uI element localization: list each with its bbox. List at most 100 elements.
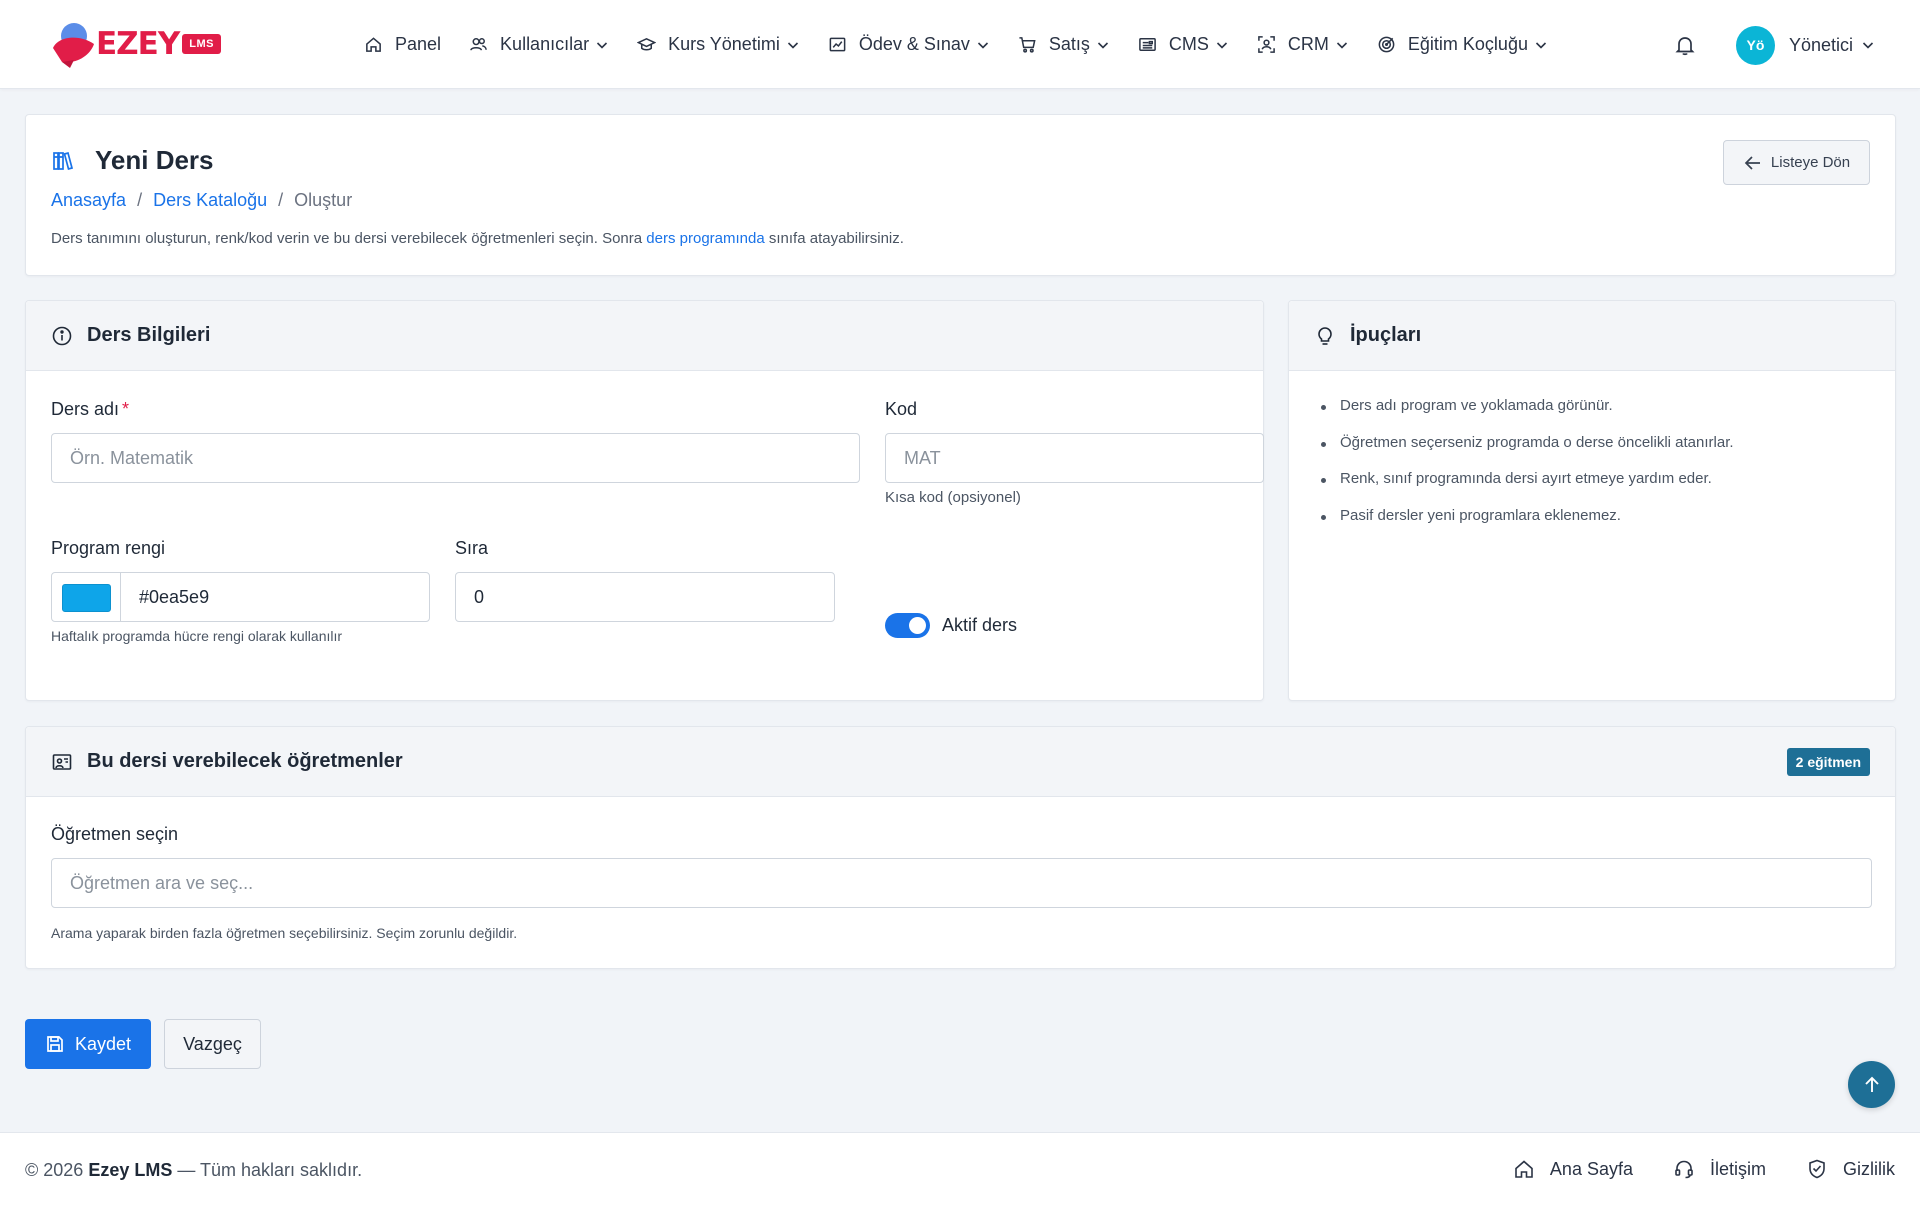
tips-list: Ders adı program ve yoklamada görünür. Ö…: [1314, 397, 1734, 543]
nav-item-crm[interactable]: CRM: [1243, 25, 1363, 65]
footer-link-home[interactable]: Ana Sayfa: [1513, 1158, 1633, 1180]
brand-logo[interactable]: EZEY LMS: [50, 18, 222, 70]
active-label[interactable]: Aktif ders: [942, 615, 1017, 636]
headset-icon: [1675, 1160, 1693, 1179]
color-divider: [120, 573, 121, 621]
page-description: Ders tanımını oluşturun, renk/kod verin …: [51, 230, 904, 247]
page-title-row: Yeni Ders: [51, 145, 214, 176]
avatar: Yö: [1736, 25, 1775, 65]
page-header-card: Yeni Ders Anasayfa / Ders Kataloğu / Olu…: [25, 114, 1896, 276]
target-icon: [1378, 36, 1395, 53]
color-label: Program rengi: [51, 538, 166, 558]
color-picker-field[interactable]: #0ea5e9: [51, 572, 430, 622]
breadcrumb-catalog-link[interactable]: Ders Kataloğu: [153, 190, 267, 211]
page-description-text: sınıfa atayabilirsiniz.: [764, 230, 904, 247]
list-item: Renk, sınıf programında dersi ayırt etme…: [1314, 470, 1734, 507]
cancel-button[interactable]: Vazgeç: [164, 1019, 261, 1069]
nav-item-label: Kurs Yönetimi: [668, 34, 780, 54]
chevron-down-icon: [1535, 41, 1547, 49]
teacher-select-label: Öğretmen seçin: [51, 824, 179, 844]
shield-check-icon: [1809, 1159, 1825, 1179]
color-hex-value[interactable]: #0ea5e9: [139, 573, 209, 621]
tip-text: Renk, sınıf programında dersi ayırt etme…: [1340, 470, 1712, 487]
list-item: Öğretmen seçerseniz programda o derse ön…: [1314, 434, 1734, 471]
bullet: [1321, 441, 1326, 447]
teacher-search-input[interactable]: Öğretmen ara ve seç...: [51, 858, 1872, 908]
back-to-list-button[interactable]: Listeye Dön: [1723, 140, 1870, 185]
nav-item-course-management[interactable]: Kurs Yönetimi: [623, 25, 814, 65]
bell-icon[interactable]: [1673, 33, 1697, 57]
schedule-link[interactable]: ders programında: [646, 230, 764, 247]
tips-card: İpuçları Ders adı program ve yoklamada g…: [1288, 300, 1896, 701]
breadcrumb-home-link[interactable]: Anasayfa: [51, 190, 126, 211]
users-icon: [470, 38, 487, 51]
user-menu[interactable]: Yö Yönetici: [1736, 25, 1875, 65]
scroll-to-top-button[interactable]: [1848, 1061, 1895, 1108]
top-navbar: EZEY LMS Panel Kullanıcılar Kurs Yönetim…: [0, 0, 1920, 89]
nav-item-sales[interactable]: Satış: [1004, 25, 1124, 65]
footer-link-contact[interactable]: İletişim: [1673, 1158, 1766, 1180]
chevron-down-icon: [977, 41, 988, 49]
news-icon: [1139, 38, 1156, 51]
nav-item-label: Satış: [1048, 34, 1090, 54]
breadcrumb-separator: /: [278, 190, 284, 210]
teachers-card: Bu dersi verebilecek öğretmenler 2 eğitm…: [25, 726, 1896, 969]
footer-link-label: Ana Sayfa: [1549, 1158, 1633, 1179]
lesson-name-input[interactable]: Örn. Matematik: [51, 433, 860, 483]
save-button[interactable]: Kaydet: [25, 1019, 151, 1069]
active-toggle[interactable]: [885, 613, 930, 638]
info-icon: [52, 326, 72, 345]
list-item: Pasif dersler yeni programlara eklenemez…: [1314, 507, 1734, 544]
copyright-suffix: — Tüm hakları saklıdır.: [172, 1160, 363, 1180]
arrow-left-icon: [1744, 155, 1760, 170]
floppy-disk-icon: [47, 1036, 63, 1052]
copyright-brand: Ezey LMS: [88, 1160, 173, 1180]
order-label: Sıra: [455, 538, 489, 558]
order-input[interactable]: 0: [455, 572, 835, 622]
graduation-cap-icon: [637, 37, 657, 51]
bullet: [1321, 405, 1326, 410]
nav-item-panel[interactable]: Panel: [350, 25, 455, 65]
code-label: Kod: [885, 399, 918, 419]
card-header: İpuçları: [1289, 301, 1895, 371]
nav-item-label: Ödev & Sınav: [858, 34, 970, 54]
lesson-name-label-text: Ders adı: [51, 399, 120, 419]
bullet: [1321, 514, 1326, 520]
footer-link-label: Gizlilik: [1843, 1158, 1895, 1179]
books-icon: [53, 151, 74, 170]
lightbulb-icon: [1318, 326, 1332, 345]
nav-item-label: CMS: [1168, 34, 1209, 54]
footer-links: Ana Sayfa İletişim Gizlilik: [1473, 1153, 1895, 1185]
lesson-info-card: Ders Bilgileri Ders adı * Örn. Matematik …: [25, 300, 1264, 701]
chevron-down-icon: [1862, 42, 1874, 49]
page-description-text: Ders tanımını oluşturun, renk/kod verin …: [51, 230, 647, 247]
chevron-down-icon: [1097, 41, 1108, 49]
chevron-down-icon: [597, 41, 608, 49]
footer-link-privacy[interactable]: Gizlilik: [1806, 1158, 1895, 1180]
nav-item-assignments-exams[interactable]: Ödev & Sınav: [814, 25, 1004, 65]
card-title: İpuçları: [1350, 324, 1422, 346]
home-icon: [1515, 1160, 1533, 1178]
required-mark: *: [122, 399, 130, 419]
tip-text: Pasif dersler yeni programlara eklenemez…: [1340, 506, 1621, 524]
nav-item-label: Kullanıcılar: [500, 34, 590, 54]
color-swatch[interactable]: [62, 584, 111, 612]
nav-item-cms[interactable]: CMS: [1124, 25, 1243, 65]
brand-badge: LMS: [182, 34, 222, 54]
back-to-list-label: Listeye Dön: [1770, 154, 1851, 171]
nav-item-coaching[interactable]: Eğitim Koçluğu: [1363, 25, 1562, 65]
nav-item-users[interactable]: Kullanıcılar: [455, 25, 623, 65]
footer-link-label: İletişim: [1709, 1158, 1766, 1179]
arrow-up-icon: [1864, 1076, 1879, 1092]
card-title: Ders Bilgileri: [87, 324, 211, 346]
copyright: © 2026 Ezey LMS — Tüm hakları saklıdır.: [25, 1160, 362, 1181]
code-input[interactable]: MAT: [885, 433, 1264, 483]
user-name: Yönetici: [1789, 34, 1854, 55]
cart-icon: [1019, 37, 1036, 53]
toggle-knob: [909, 617, 926, 634]
breadcrumb: Anasayfa / Ders Kataloğu / Oluştur: [51, 190, 352, 211]
list-item: Ders adı program ve yoklamada görünür.: [1314, 397, 1734, 434]
lesson-name-label: Ders adı *: [51, 399, 129, 420]
copyright-prefix: © 2026: [25, 1160, 89, 1180]
page-title: Yeni Ders: [95, 145, 214, 175]
